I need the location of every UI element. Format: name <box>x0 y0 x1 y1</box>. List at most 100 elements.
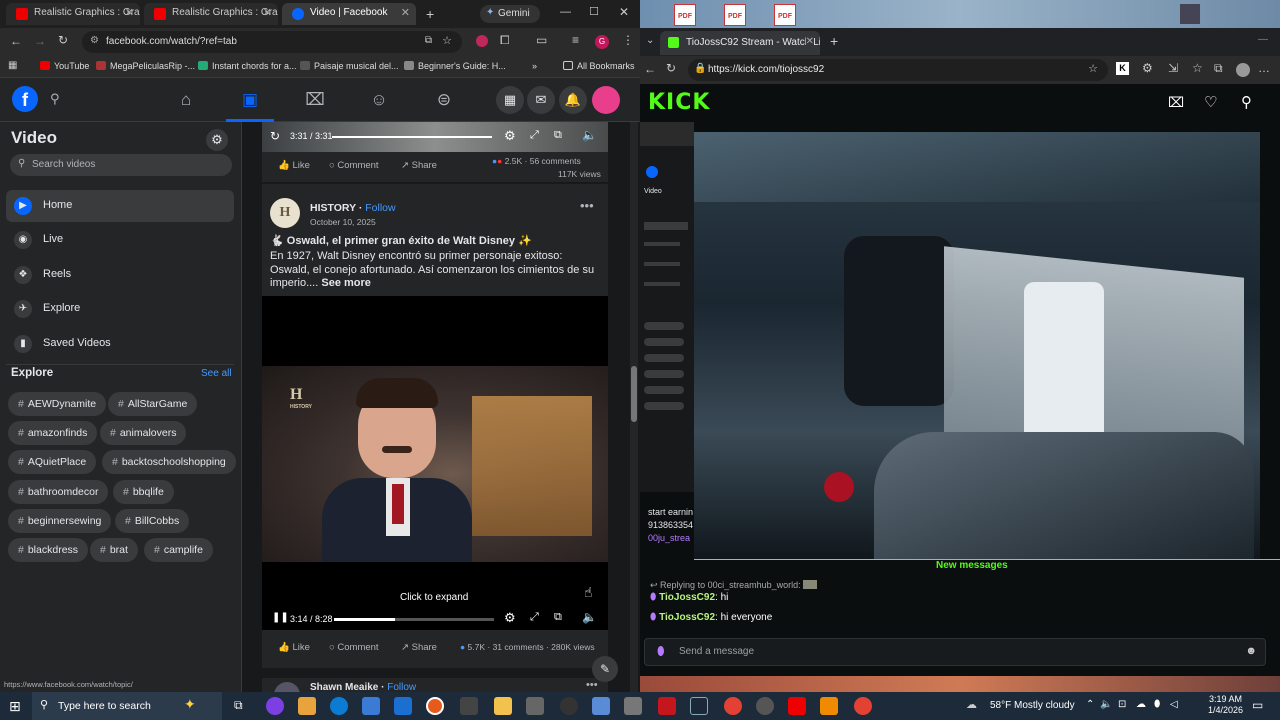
star-icon[interactable]: ☆ <box>1088 62 1098 75</box>
topic-chip[interactable]: # bathroomdecor <box>8 480 109 504</box>
file-explorer-icon[interactable] <box>494 697 512 715</box>
pdf-file-icon[interactable]: PDF <box>774 4 796 26</box>
fullscreen-icon[interactable]: ⤢ <box>530 129 539 142</box>
search-videos-input[interactable]: ⚲ Search videos <box>10 154 232 176</box>
video-icon[interactable]: ▣ <box>238 88 262 112</box>
address-bar[interactable]: 🔒 https://kick.com/tiojossc92 ☆ <box>688 59 1108 81</box>
topic-chip[interactable]: # AEWDynamite <box>8 392 107 416</box>
post-author[interactable]: Shawn Meaike · Follow <box>310 682 416 692</box>
topic-chip[interactable]: # animalovers <box>100 421 187 445</box>
video-player[interactable]: H HISTORY Click to expand ☝ ❚❚ 3:14 / 8:2… <box>262 296 608 630</box>
scrollbar[interactable] <box>630 122 638 692</box>
facebook-logo[interactable]: f <box>12 86 38 112</box>
like-button[interactable]: 👍 Like <box>278 642 310 653</box>
kick-logo[interactable]: KICK <box>648 90 710 115</box>
cloud-icon[interactable]: ☁ <box>1136 699 1146 710</box>
chrome-icon[interactable] <box>724 697 742 715</box>
recording-app-icon[interactable] <box>426 697 444 715</box>
minimize-button[interactable]: — <box>1258 34 1268 45</box>
sidebar-item-live[interactable]: ◉ Live <box>6 224 234 256</box>
desktop-file-icon[interactable] <box>1180 4 1200 24</box>
like-button[interactable]: 👍 Like <box>278 160 310 171</box>
app-icon[interactable] <box>756 697 774 715</box>
network-icon[interactable]: ⊡ <box>1118 699 1126 710</box>
chat-input[interactable]: ⬮ Send a message ☻ <box>644 638 1266 666</box>
star-icon[interactable]: ☆ <box>442 34 452 47</box>
search-icon[interactable]: ⚲ <box>50 91 60 107</box>
vlc-icon[interactable] <box>820 697 838 715</box>
mail-icon[interactable] <box>394 697 412 715</box>
close-tab-icon[interactable]: ✕ <box>125 6 134 19</box>
topic-chip[interactable]: # brat <box>90 538 138 562</box>
extension-icon[interactable] <box>476 35 488 47</box>
extension-k-icon[interactable]: K <box>1116 62 1129 75</box>
history-avatar[interactable]: H <box>270 198 300 228</box>
extensions-icon[interactable]: ⚙ <box>1142 61 1153 75</box>
split-screen-icon[interactable]: ⇲ <box>1168 61 1178 75</box>
compose-icon[interactable]: ✎ <box>592 656 618 682</box>
profile-avatar[interactable] <box>592 86 620 114</box>
app-icon[interactable] <box>460 697 478 715</box>
settings-gear-icon[interactable]: ⚙ <box>504 610 516 626</box>
reload-icon[interactable]: ↻ <box>58 33 68 47</box>
app-icon[interactable] <box>560 697 578 715</box>
comment-button[interactable]: ○ Comment <box>329 642 379 653</box>
bookmark-megapeliculas[interactable]: MegaPeliculasRip -... <box>96 61 195 71</box>
share-button[interactable]: ↗ Share <box>401 160 437 171</box>
clock[interactable]: 3:19 AM 1/4/2026 <box>1208 694 1243 716</box>
weather-icon[interactable]: ☁ <box>966 698 977 711</box>
profile-avatar[interactable] <box>1236 63 1250 77</box>
speaker-icon[interactable]: ◁ <box>1170 699 1178 710</box>
calculator-icon[interactable] <box>592 697 610 715</box>
emoji-icon[interactable]: ☻ <box>1245 645 1257 657</box>
sidebar-item-explore[interactable]: ✈ Explore <box>6 293 234 325</box>
pause-icon[interactable]: ❚❚ <box>272 612 289 623</box>
install-icon[interactable]: ⧉ <box>425 35 432 46</box>
groups-icon[interactable]: ☺ <box>367 88 391 112</box>
task-view-icon[interactable]: ⧉ <box>234 698 243 713</box>
steam-icon[interactable] <box>690 697 708 715</box>
tab-realistic-graphics-1[interactable]: Realistic Graphics : Grand ✕ <box>6 3 140 25</box>
tray-chevron-icon[interactable]: ⌃ <box>1086 699 1094 710</box>
app-icon[interactable] <box>266 697 284 715</box>
pip-icon[interactable]: ⧉ <box>554 129 562 142</box>
menu-grid-icon[interactable]: ▦ <box>496 86 524 114</box>
tab-search-icon[interactable]: ▭ <box>536 33 547 47</box>
marketplace-icon[interactable]: ⌧ <box>303 88 327 112</box>
avatar[interactable] <box>274 682 300 692</box>
bookmark-youtube[interactable]: YouTube <box>40 61 89 71</box>
tab-video-facebook[interactable]: Video | Facebook ✕ <box>282 3 416 25</box>
close-tab-icon[interactable]: ✕ <box>401 6 410 19</box>
share-button[interactable]: ↗ Share <box>401 642 437 653</box>
topic-chip[interactable]: # BillCobbs <box>115 509 190 533</box>
back-icon[interactable]: ← <box>644 62 656 76</box>
extensions-puzzle-icon[interactable]: ⧠ <box>500 33 510 48</box>
bookmark-instant-chords[interactable]: Instant chords for a... <box>198 61 297 71</box>
edge-icon[interactable] <box>330 697 348 715</box>
close-tab-icon[interactable]: ✕ <box>805 36 814 47</box>
mic-icon[interactable]: ⬮ <box>1154 699 1160 710</box>
sidebar-item-reels[interactable]: ❖ Reels <box>6 259 234 291</box>
volume-icon[interactable]: 🔈 <box>1100 699 1112 710</box>
close-tab-icon[interactable]: ✕ <box>263 6 272 19</box>
favorites-icon[interactable]: ☆ <box>1192 61 1203 75</box>
fullscreen-icon[interactable]: ⤢ <box>530 611 539 624</box>
gaming-icon[interactable]: ⊜ <box>432 88 456 112</box>
app-icon[interactable] <box>624 697 642 715</box>
volume-icon[interactable]: 🔈 <box>582 610 597 624</box>
search-icon[interactable]: ⚲ <box>1241 93 1252 111</box>
see-more-link[interactable]: See more <box>321 277 371 289</box>
collections-icon[interactable]: ⧉ <box>1214 61 1223 76</box>
scrollbar-thumb[interactable] <box>631 366 637 422</box>
post-more-icon[interactable]: ••• <box>580 198 594 213</box>
video-progress-bar[interactable] <box>332 136 492 138</box>
profile-avatar[interactable]: G <box>595 35 609 49</box>
maximize-button[interactable]: ☐ <box>589 5 599 18</box>
new-tab-button[interactable]: + <box>426 6 434 22</box>
video-progress-bar[interactable] <box>334 618 494 621</box>
menu-kebab-icon[interactable]: ⋮ <box>622 33 634 47</box>
site-info-icon[interactable]: ⚙ <box>90 35 99 46</box>
app-icon[interactable] <box>526 697 544 715</box>
stream-video[interactable] <box>694 132 1260 560</box>
forward-icon[interactable]: → <box>34 34 46 48</box>
